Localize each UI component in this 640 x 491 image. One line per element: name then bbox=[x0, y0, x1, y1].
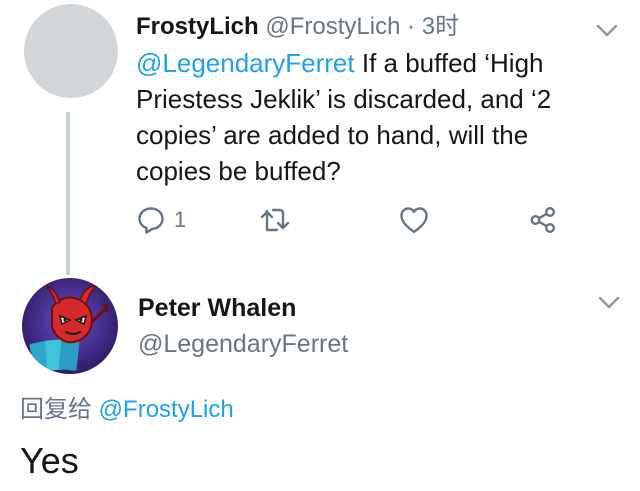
reply-to-line: 回复给 @FrostyLich bbox=[20, 394, 234, 426]
reply-button[interactable]: 1 bbox=[136, 202, 186, 238]
like-button[interactable] bbox=[398, 202, 430, 238]
tweet1-mention[interactable]: @LegendaryFerret bbox=[136, 48, 355, 78]
share-icon bbox=[528, 205, 558, 235]
tweet2-display-name[interactable]: Peter Whalen bbox=[138, 292, 296, 324]
share-button[interactable] bbox=[528, 202, 558, 238]
chevron-down-icon[interactable] bbox=[596, 24, 618, 38]
reply-icon bbox=[136, 205, 166, 235]
tweet1-timestamp[interactable]: 3时 bbox=[422, 13, 459, 40]
frostylich-avatar[interactable] bbox=[24, 4, 118, 98]
tweet1-display-name[interactable]: FrostyLich bbox=[136, 13, 259, 40]
tweet1-action-bar: 1 bbox=[136, 202, 576, 238]
retweet-icon bbox=[258, 205, 292, 235]
tweet1-separator: · bbox=[407, 13, 416, 40]
tweet1-handle[interactable]: @FrostyLich bbox=[265, 13, 400, 40]
reply-to-handle[interactable]: @FrostyLich bbox=[99, 396, 234, 423]
chevron-down-icon[interactable] bbox=[598, 296, 620, 310]
tweet1-text: @LegendaryFerret If a buffed ‘High Pries… bbox=[136, 45, 606, 189]
tweet1-header: FrostyLich @FrostyLich · 3时 bbox=[136, 10, 459, 44]
tweet2-handle[interactable]: @LegendaryFerret bbox=[138, 328, 348, 360]
peter-whalen-avatar[interactable] bbox=[22, 278, 118, 374]
heart-icon bbox=[398, 205, 430, 235]
reply-to-prefix: 回复给 bbox=[20, 396, 99, 423]
reply-count: 1 bbox=[174, 207, 187, 232]
tweet2-text: Yes bbox=[20, 440, 79, 481]
thread-connector-line bbox=[66, 112, 70, 275]
retweet-button[interactable] bbox=[258, 202, 292, 238]
